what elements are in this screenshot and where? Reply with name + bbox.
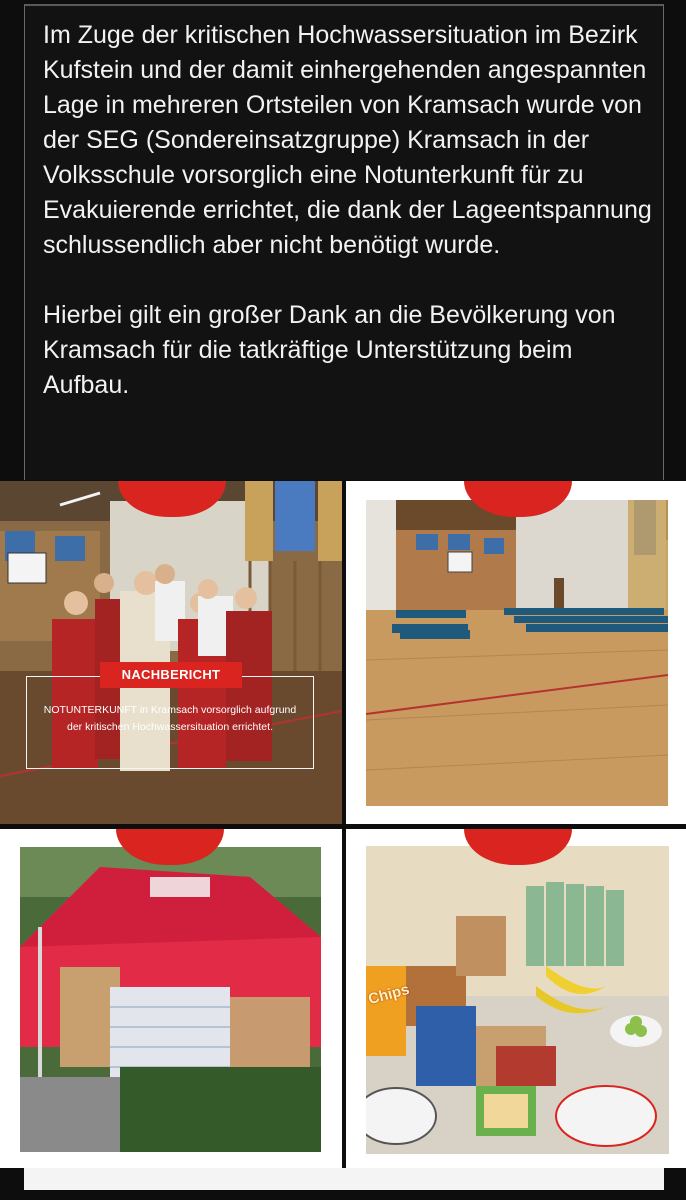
post-paragraph-2: Hierbei gilt ein großer Dank an die Bevö… (43, 301, 616, 399)
post-text-panel: Im Zuge der kritischen Hochwassersituati… (24, 4, 664, 480)
post-body: Im Zuge der kritischen Hochwassersituati… (43, 18, 653, 403)
post-paragraph-1: Im Zuge der kritischen Hochwassersituati… (43, 21, 652, 259)
nachbericht-caption: NOTUNTERKUNFT in Kramsach vorsorglich au… (43, 704, 297, 733)
photo-red-tent[interactable] (20, 847, 321, 1152)
nachbericht-label: NACHBERICHT (100, 662, 242, 688)
photo-food-supplies[interactable]: Chips (366, 846, 669, 1154)
photo-gym-cots[interactable] (366, 500, 668, 806)
bottom-edge-bar (24, 1168, 664, 1190)
photo-team-gym[interactable] (0, 481, 342, 824)
